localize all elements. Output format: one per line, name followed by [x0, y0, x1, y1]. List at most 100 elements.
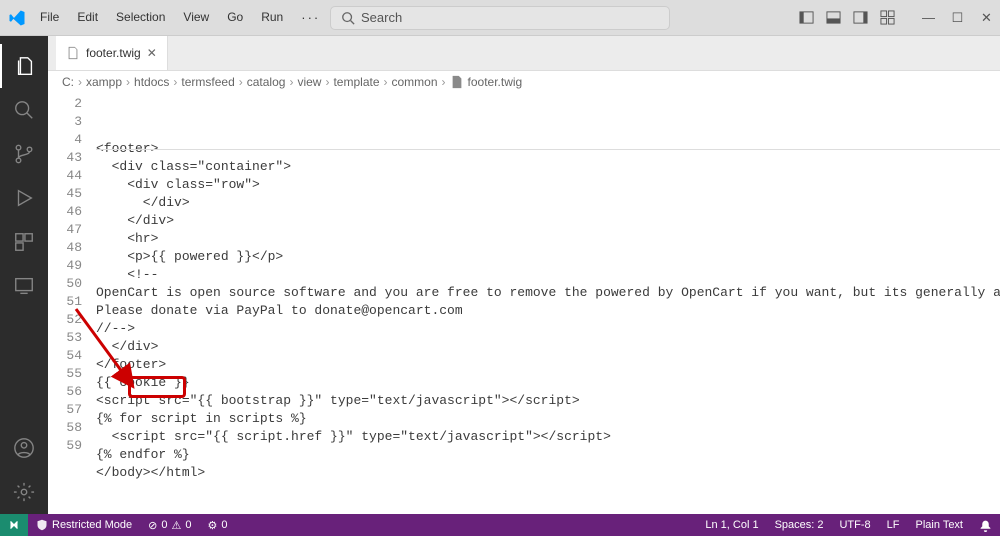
code-line[interactable]: <p>{{ powered }}</p>: [96, 248, 1000, 266]
code-line[interactable]: //-->: [96, 320, 1000, 338]
status-restricted-mode[interactable]: Restricted Mode: [28, 519, 140, 531]
code-line[interactable]: </div>: [96, 212, 1000, 230]
line-number: 59: [48, 437, 82, 455]
menu-edit[interactable]: Edit: [71, 8, 104, 27]
twig-file-icon: [450, 75, 464, 89]
line-number: 58: [48, 419, 82, 437]
chevron-right-icon: ›: [384, 75, 388, 89]
status-problems[interactable]: ⊘0 ⚠0: [140, 519, 199, 532]
code-line[interactable]: <!--: [96, 266, 1000, 284]
window-maximize-icon[interactable]: ☐: [950, 10, 965, 25]
tab-footer-twig[interactable]: footer.twig ✕: [56, 36, 168, 70]
shield-warn-icon: [36, 519, 48, 531]
line-number: 53: [48, 329, 82, 347]
remote-indicator[interactable]: [0, 514, 28, 536]
command-center-search[interactable]: Search: [330, 6, 670, 30]
code-line[interactable]: <div class="row">: [96, 176, 1000, 194]
activity-run-debug[interactable]: [0, 176, 48, 220]
remote-icon: [7, 518, 21, 532]
menu-go[interactable]: Go: [221, 8, 249, 27]
code-content[interactable]: <footer> <div class="container"> <div cl…: [96, 93, 1000, 514]
code-line[interactable]: </body></html>: [96, 464, 1000, 482]
status-indentation[interactable]: Spaces: 2: [767, 519, 832, 531]
status-eol[interactable]: LF: [879, 519, 908, 531]
code-line[interactable]: </footer>: [96, 356, 1000, 374]
status-ports[interactable]: ⚙0: [199, 519, 235, 532]
chevron-right-icon: ›: [442, 75, 446, 89]
breadcrumb-seg[interactable]: C:: [62, 75, 74, 89]
status-language-mode[interactable]: Plain Text: [908, 519, 972, 531]
window-close-icon[interactable]: ✕: [979, 10, 994, 25]
code-line[interactable]: <script src="{{ bootstrap }}" type="text…: [96, 392, 1000, 410]
editor-area: footer.twig ✕ ◫ ··· C: › xampp › htdocs › t…: [48, 36, 1000, 514]
status-encoding[interactable]: UTF-8: [831, 519, 878, 531]
breadcrumb-seg[interactable]: htdocs: [134, 75, 169, 89]
search-placeholder: Search: [361, 10, 402, 25]
menu-selection[interactable]: Selection: [110, 8, 171, 27]
layout-panel-icon[interactable]: [826, 10, 841, 25]
menu-run[interactable]: Run: [255, 8, 289, 27]
line-number: 56: [48, 383, 82, 401]
activity-bar: [0, 36, 48, 514]
layout-customize-icon[interactable]: [880, 10, 895, 25]
activity-explorer[interactable]: [0, 44, 48, 88]
branch-icon: [13, 143, 35, 165]
tab-bar: footer.twig ✕ ◫ ···: [48, 36, 1000, 71]
line-number: 49: [48, 257, 82, 275]
bell-icon: [979, 519, 992, 532]
status-bar: Restricted Mode ⊘0 ⚠0 ⚙0 Ln 1, Col 1 Spa…: [0, 514, 1000, 536]
text-editor[interactable]: 2344344454647484950515253545556575859 <f…: [48, 93, 1000, 514]
gear-icon: [13, 481, 35, 503]
activity-remote[interactable]: [0, 264, 48, 308]
breadcrumb-seg[interactable]: footer.twig: [468, 75, 523, 89]
window-minimize-icon[interactable]: —: [921, 10, 936, 25]
breadcrumb-seg[interactable]: view: [297, 75, 321, 89]
broadcast-icon: ⚙: [207, 519, 217, 532]
activity-accounts[interactable]: [0, 426, 48, 470]
code-line[interactable]: {% endfor %}: [96, 446, 1000, 464]
code-line[interactable]: Please donate via PayPal to donate@openc…: [96, 302, 1000, 320]
title-bar: File Edit Selection View Go Run ··· ← → …: [0, 0, 1000, 36]
line-number: 4: [48, 131, 82, 149]
code-line[interactable]: </div>: [96, 338, 1000, 356]
line-number: 52: [48, 311, 82, 329]
search-icon: [341, 11, 355, 25]
code-line[interactable]: {% for script in scripts %}: [96, 410, 1000, 428]
menu-view[interactable]: View: [177, 8, 215, 27]
layout-sidebar-right-icon[interactable]: [853, 10, 868, 25]
menu-more-icon[interactable]: ···: [295, 8, 326, 27]
code-line[interactable]: <script src="{{ script.href }}" type="te…: [96, 428, 1000, 446]
code-line[interactable]: <div class="container">: [96, 158, 1000, 176]
menu-file[interactable]: File: [34, 8, 65, 27]
play-debug-icon: [13, 187, 35, 209]
code-line[interactable]: </div>: [96, 194, 1000, 212]
breadcrumb-seg[interactable]: template: [333, 75, 379, 89]
line-number-gutter: 2344344454647484950515253545556575859: [48, 93, 96, 514]
breadcrumb-seg[interactable]: catalog: [247, 75, 286, 89]
breadcrumb-seg[interactable]: xampp: [86, 75, 122, 89]
activity-extensions[interactable]: [0, 220, 48, 264]
line-number: 48: [48, 239, 82, 257]
activity-search[interactable]: [0, 88, 48, 132]
title-bar-actions: — ☐ ✕: [799, 10, 994, 25]
line-number: 45: [48, 185, 82, 203]
chevron-right-icon: ›: [239, 75, 243, 89]
code-line[interactable]: OpenCart is open source software and you…: [96, 284, 1000, 302]
code-line[interactable]: [96, 482, 1000, 500]
code-line[interactable]: <hr>: [96, 230, 1000, 248]
activity-manage[interactable]: [0, 470, 48, 514]
breadcrumb-seg[interactable]: common: [392, 75, 438, 89]
status-warnings-count: 0: [185, 519, 191, 531]
line-number: 50: [48, 275, 82, 293]
status-cursor-position[interactable]: Ln 1, Col 1: [697, 519, 766, 531]
menu-bar: File Edit Selection View Go Run ···: [34, 8, 326, 27]
breadcrumbs[interactable]: C:› xampp› htdocs› termsfeed› catalog› v…: [48, 71, 1000, 93]
breadcrumb-seg[interactable]: termsfeed: [181, 75, 234, 89]
chevron-right-icon: ›: [173, 75, 177, 89]
code-line[interactable]: {{ cookie }}: [96, 374, 1000, 392]
activity-source-control[interactable]: [0, 132, 48, 176]
layout-sidebar-left-icon[interactable]: [799, 10, 814, 25]
search-icon: [13, 99, 35, 121]
tab-close-icon[interactable]: ✕: [147, 46, 157, 60]
status-notifications[interactable]: [971, 519, 1000, 532]
